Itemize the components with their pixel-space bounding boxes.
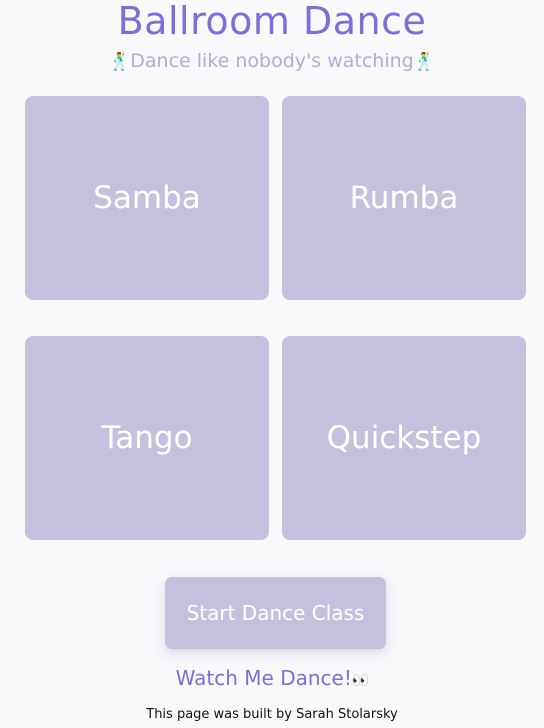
- dance-tile-tango[interactable]: Tango: [25, 336, 269, 540]
- dancer-icon: 🕺: [413, 52, 435, 72]
- start-dance-class-button[interactable]: Start Dance Class: [165, 577, 386, 649]
- watch-link-text: Watch Me Dance!: [175, 666, 352, 690]
- page-subtitle: 🕺Dance like nobody's watching🕺: [0, 48, 544, 75]
- dancer-icon: 🕺: [109, 52, 131, 72]
- page-title: Ballroom Dance: [117, 0, 427, 43]
- watch-me-dance-link[interactable]: Watch Me Dance!👀: [0, 664, 544, 695]
- subtitle-text: Dance like nobody's watching: [130, 50, 414, 72]
- dance-grid: Samba Rumba Tango Quickstep: [25, 96, 526, 541]
- dance-tile-rumba[interactable]: Rumba: [282, 96, 526, 300]
- footer-credit: This page was built by Sarah Stolarsky: [146, 707, 398, 722]
- page: Ballroom Dance 🕺Dance like nobody's watc…: [0, 0, 544, 728]
- dance-tile-quickstep[interactable]: Quickstep: [282, 336, 526, 540]
- eyes-icon: 👀: [351, 673, 369, 689]
- dance-tile-samba[interactable]: Samba: [25, 96, 269, 300]
